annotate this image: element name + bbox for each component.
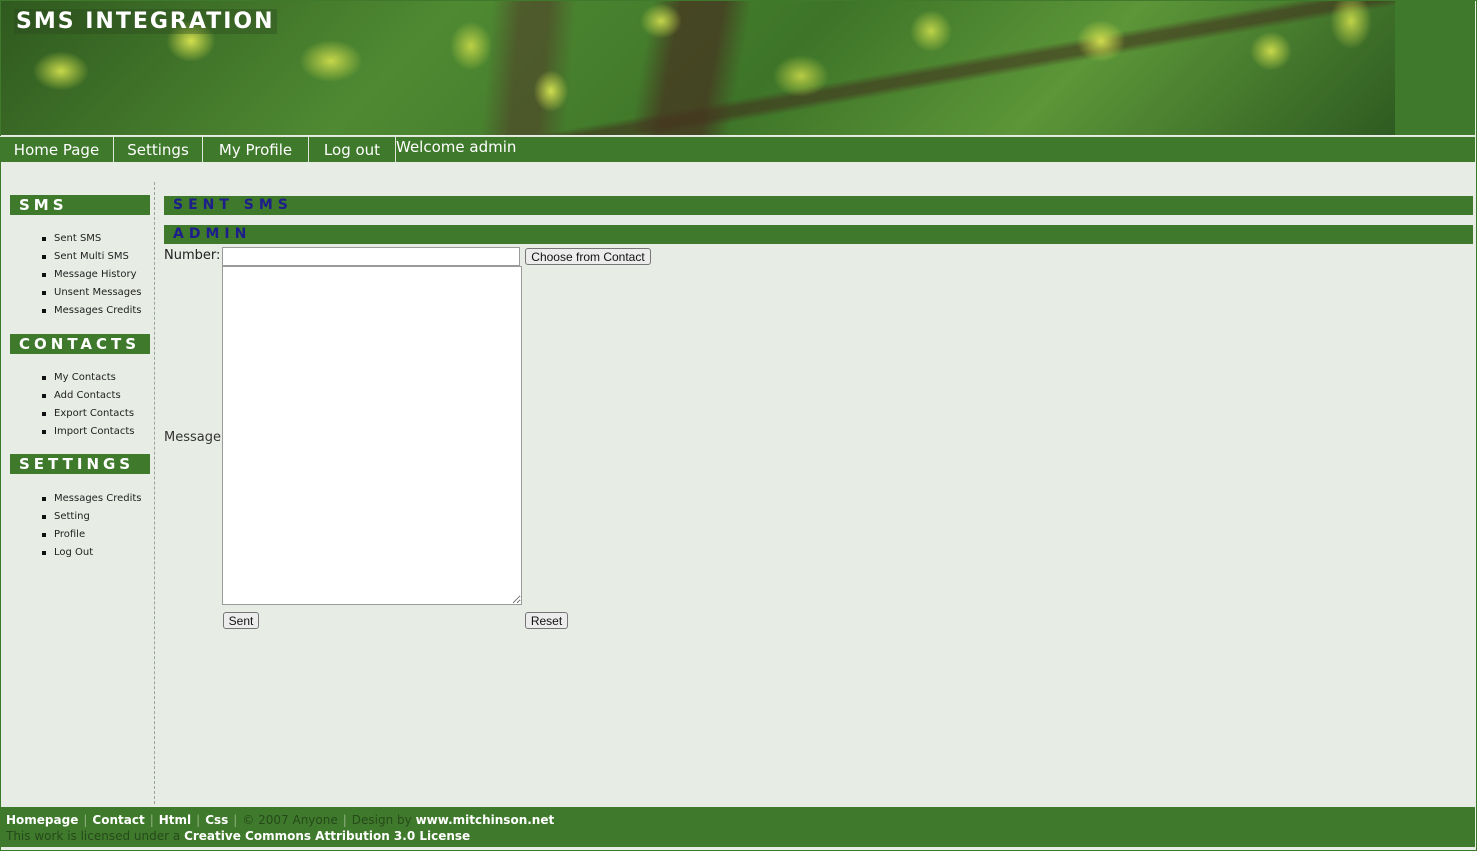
footer-link-html[interactable]: Html xyxy=(159,813,191,827)
site-title: SMS INTEGRATION xyxy=(14,9,277,34)
sidebar-heading-sms: SMS xyxy=(10,195,150,215)
sidebar-list-settings: Messages Credits Setting Profile Log Out xyxy=(10,490,142,562)
message-textarea[interactable] xyxy=(222,266,522,605)
choose-from-contact-button[interactable]: Choose from Contact xyxy=(525,248,651,265)
sidebar-list-sms: Sent SMS Sent Multi SMS Message History … xyxy=(10,230,142,320)
sidebar-item-log-out[interactable]: Log Out xyxy=(10,544,142,562)
sidebar-item-import-contacts[interactable]: Import Contacts xyxy=(10,423,134,441)
footer-design-prefix: Design by xyxy=(351,813,412,827)
send-button[interactable]: Sent xyxy=(223,612,259,629)
site-header: SMS INTEGRATION xyxy=(0,0,1475,135)
reset-button[interactable]: Reset xyxy=(525,612,568,629)
nav-home-page[interactable]: Home Page xyxy=(0,137,114,162)
sidebar-list-contacts: My Contacts Add Contacts Export Contacts… xyxy=(10,369,134,441)
sidebar-item-messages-credits[interactable]: Messages Credits xyxy=(10,302,142,320)
sidebar-item-add-contacts[interactable]: Add Contacts xyxy=(10,387,134,405)
footer-link-contact[interactable]: Contact xyxy=(92,813,144,827)
footer-license-prefix: This work is licensed under a xyxy=(6,829,181,843)
sidebar-item-my-contacts[interactable]: My Contacts xyxy=(10,369,134,387)
footer-link-homepage[interactable]: Homepage xyxy=(6,813,78,827)
top-navigation: Home Page Settings My Profile Log out We… xyxy=(0,136,1475,162)
footer-design-link[interactable]: www.mitchinson.net xyxy=(416,813,555,827)
sidebar-item-sent-multi-sms[interactable]: Sent Multi SMS xyxy=(10,248,142,266)
welcome-message: Welcome admin xyxy=(396,138,517,156)
sidebar-item-export-contacts[interactable]: Export Contacts xyxy=(10,405,134,423)
page-title: SENT SMS xyxy=(164,196,1473,215)
footer-links-row: Homepage | Contact | Html | Css | © 2007 Anyone |… xyxy=(6,813,555,827)
sidebar-item-profile[interactable]: Profile xyxy=(10,526,142,544)
sidebar-item-unsent-messages[interactable]: Unsent Messages xyxy=(10,284,142,302)
sidebar-item-setting[interactable]: Setting xyxy=(10,508,142,526)
sidebar-item-message-history[interactable]: Message History xyxy=(10,266,142,284)
sidebar-item-sent-sms[interactable]: Sent SMS xyxy=(10,230,142,248)
nav-my-profile[interactable]: My Profile xyxy=(203,137,309,162)
number-label: Number: xyxy=(164,248,221,263)
sidebar-heading-settings: SETTINGS xyxy=(10,454,150,474)
footer-license-row: This work is licensed under a Creative C… xyxy=(6,828,470,844)
message-label: Message xyxy=(164,430,221,445)
nav-settings[interactable]: Settings xyxy=(114,137,203,162)
number-input[interactable] xyxy=(222,247,520,266)
user-heading: ADMIN xyxy=(164,225,1473,244)
sidebar-item-settings-messages-credits[interactable]: Messages Credits xyxy=(10,490,142,508)
nav-log-out[interactable]: Log out xyxy=(309,137,396,162)
footer-copyright: © 2007 Anyone xyxy=(242,813,338,827)
footer-link-css[interactable]: Css xyxy=(205,813,228,827)
footer: Homepage | Contact | Html | Css | © 2007 Anyone |… xyxy=(0,807,1475,847)
sidebar-divider xyxy=(154,182,155,804)
footer-license-link[interactable]: Creative Commons Attribution 3.0 License xyxy=(184,829,470,843)
sidebar-heading-contacts: CONTACTS xyxy=(10,334,150,354)
